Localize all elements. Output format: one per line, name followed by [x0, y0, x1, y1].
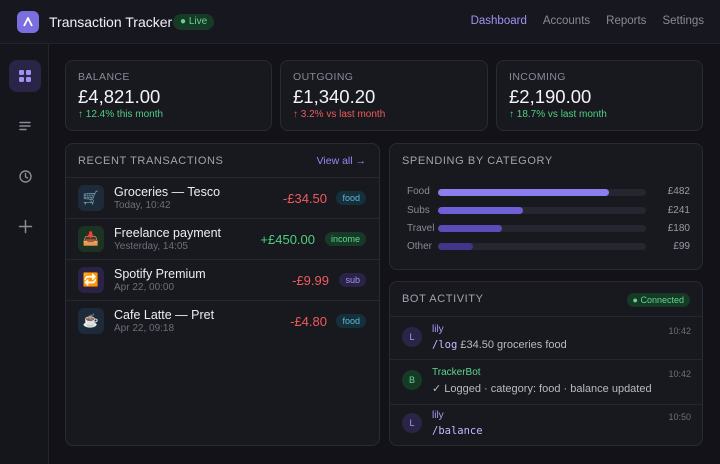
category-tag: sub: [339, 273, 366, 287]
message-time: 10:50: [668, 412, 691, 422]
plus-icon: [18, 219, 32, 233]
message-text: /log £34.50 groceries food: [432, 339, 567, 351]
category-label: Food: [407, 186, 430, 197]
category-tag: income: [324, 232, 366, 246]
stat-label: Balance: [78, 71, 130, 83]
transaction-row[interactable]: 🛒 Groceries — Tesco Today, 10:42 -£34.50…: [66, 177, 379, 218]
transaction-date: Yesterday, 14:05: [114, 241, 188, 252]
category-tag: food: [336, 314, 366, 328]
message-author: TrackerBot: [432, 367, 481, 378]
message-time: 10:42: [668, 326, 691, 336]
category-value: £99: [673, 241, 690, 252]
nav-accounts[interactable]: Accounts: [543, 15, 590, 27]
list-icon: [19, 121, 31, 131]
sidebar-item-dashboard[interactable]: [9, 60, 41, 92]
cart-icon: 🛒: [78, 185, 104, 211]
stat-change: ↑ 18.7% vs last month: [509, 109, 607, 120]
inbox-icon: 📥: [78, 226, 104, 252]
stat-change: ↑ 12.4% this month: [78, 109, 164, 120]
message-text: ✓ Logged · category: food · balance upda…: [432, 383, 652, 395]
category-bar: [438, 243, 474, 250]
stat-card-incoming: Incoming £2,190.00 ↑ 18.7% vs last month: [496, 60, 703, 131]
transaction-name: Spotify Premium: [114, 267, 206, 281]
message-author: lily: [432, 410, 444, 421]
category-value: £482: [667, 186, 690, 197]
transaction-row[interactable]: ☕ Cafe Latte — Pret Apr 22, 09:18 -£4.80…: [66, 300, 379, 341]
top-nav: Dashboard Accounts Reports Settings: [471, 15, 704, 27]
app-logo[interactable]: [17, 11, 39, 33]
message-author: lily: [432, 324, 444, 335]
stat-change: ↑ 3.2% vs last month: [293, 109, 386, 120]
category-value: £180: [667, 223, 690, 234]
message-body: £34.50 groceries food: [457, 339, 567, 351]
stat-card-outgoing: Outgoing £1,340.20 ↑ 3.2% vs last month: [280, 60, 488, 131]
category-bar-track: [438, 189, 646, 196]
panel-title: Spending by Category: [402, 155, 553, 167]
category-label: Subs: [407, 205, 430, 216]
message-command: /log: [432, 339, 458, 351]
transaction-row[interactable]: 🔁 Spotify Premium Apr 22, 00:00 -£9.99 s…: [66, 259, 379, 300]
panel-title: Recent Transactions: [78, 155, 224, 167]
transaction-date: Apr 22, 00:00: [114, 282, 175, 293]
category-label: Travel: [407, 223, 435, 234]
connected-badge: ● Connected: [626, 293, 690, 307]
bot-message: L lily /balance 10:50: [390, 404, 702, 445]
transaction-amount: -£9.99: [292, 273, 329, 288]
category-bar-track: [438, 207, 646, 214]
category-bar-track: [438, 225, 646, 232]
transaction-amount: -£4.80: [290, 314, 327, 329]
transaction-date: Today, 10:42: [114, 200, 171, 211]
category-bar-track: [438, 243, 646, 250]
avatar: B: [402, 370, 422, 390]
transaction-name: Groceries — Tesco: [114, 185, 221, 199]
category-label: Other: [407, 241, 433, 252]
live-status-badge: ● Live: [173, 14, 215, 30]
transaction-name: Freelance payment: [114, 226, 222, 240]
avatar: L: [402, 327, 422, 347]
transaction-amount: -£34.50: [282, 191, 327, 206]
transaction-name: Cafe Latte — Pret: [114, 308, 215, 322]
spending-by-category-panel: Spending by Category Food £482 Subs £241…: [389, 143, 703, 270]
stat-value: £1,340.20: [293, 86, 376, 107]
app-title: Transaction Tracker: [49, 14, 173, 30]
nav-dashboard[interactable]: Dashboard: [471, 15, 527, 27]
category-bar: [438, 207, 524, 214]
bot-activity-panel: Bot Activity ● Connected L lily /log £34…: [389, 281, 703, 446]
stat-label: Outgoing: [293, 71, 354, 83]
logo-icon: [23, 17, 33, 27]
sidebar: [0, 44, 49, 464]
stat-value: £4,821.00: [78, 86, 161, 107]
bot-message: B TrackerBot ✓ Logged · category: food ·…: [390, 359, 702, 404]
sidebar-item-history[interactable]: [9, 160, 41, 192]
message-text: /balance: [432, 425, 483, 437]
sidebar-item-transactions[interactable]: [9, 110, 41, 142]
recent-transactions-panel: Recent Transactions View all → 🛒 Groceri…: [65, 143, 380, 446]
clock-icon: [18, 169, 32, 183]
stat-value: £2,190.00: [509, 86, 592, 107]
repeat-icon: 🔁: [78, 267, 104, 293]
sidebar-item-add[interactable]: [9, 210, 41, 242]
stat-card-balance: Balance £4,821.00 ↑ 12.4% this month: [65, 60, 272, 131]
transaction-date: Apr 22, 09:18: [114, 323, 175, 334]
nav-reports[interactable]: Reports: [606, 15, 646, 27]
message-command: /balance: [432, 425, 483, 437]
transaction-amount: +£450.00: [260, 232, 315, 247]
category-bar: [438, 225, 503, 232]
app-header: Transaction Tracker ● Live Dashboard Acc…: [0, 0, 720, 44]
stat-label: Incoming: [509, 71, 566, 83]
transaction-row[interactable]: 📥 Freelance payment Yesterday, 14:05 +£4…: [66, 218, 379, 259]
message-time: 10:42: [668, 369, 691, 379]
nav-settings[interactable]: Settings: [662, 15, 704, 27]
category-value: £241: [667, 205, 690, 216]
avatar: L: [402, 413, 422, 433]
coffee-icon: ☕: [78, 308, 104, 334]
view-all-link[interactable]: View all →: [317, 155, 366, 167]
grid-icon: [19, 70, 31, 82]
category-bar: [438, 189, 609, 196]
bot-message: L lily /log £34.50 groceries food 10:42: [390, 316, 702, 359]
panel-title: Bot Activity: [402, 293, 484, 305]
category-tag: food: [336, 191, 366, 205]
